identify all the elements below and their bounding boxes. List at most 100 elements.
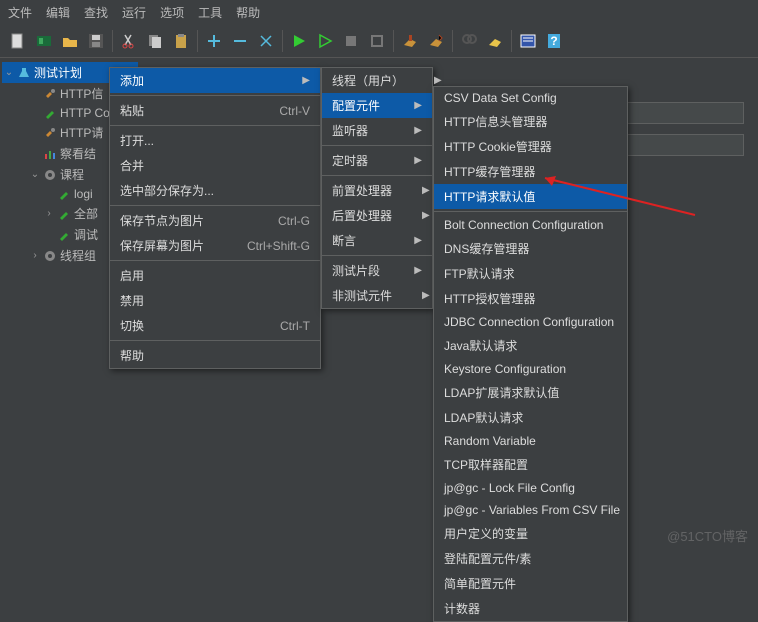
context-menu-2[interactable]: 线程（用户）▶配置元件▶监听器▶定时器▶前置处理器▶后置处理器▶断言▶测试片段▶… (321, 67, 433, 309)
twisty-icon[interactable]: ⌄ (4, 67, 14, 78)
menu-编辑[interactable]: 编辑 (46, 4, 70, 21)
new-icon[interactable] (6, 29, 30, 53)
copy-icon[interactable] (143, 29, 167, 53)
menu-item[interactable]: HTTP信息头管理器 (434, 109, 627, 134)
menu-item[interactable]: 切换Ctrl-T (110, 313, 320, 338)
menu-item[interactable]: LDAP扩展请求默认值 (434, 380, 627, 405)
menu-item[interactable]: LDAP默认请求 (434, 405, 627, 430)
menu-item[interactable]: 帮助 (110, 343, 320, 368)
menu-item[interactable]: TCP取样器配置 (434, 452, 627, 477)
pencil-icon (57, 228, 71, 242)
menu-item[interactable]: HTTP请求默认值 (434, 184, 627, 209)
menu-label: 粘贴 (120, 102, 144, 119)
menu-label: HTTP Cookie管理器 (444, 138, 552, 155)
run-nopause-icon[interactable] (313, 29, 337, 53)
menu-item[interactable]: 选中部分保存为... (110, 178, 320, 203)
menu-item[interactable]: FTP默认请求 (434, 261, 627, 286)
menu-label: HTTP缓存管理器 (444, 163, 535, 180)
svg-text:?: ? (550, 34, 557, 48)
menu-item[interactable]: 保存屏幕为图片Ctrl+Shift-G (110, 233, 320, 258)
menu-item[interactable]: 登陆配置元件/素 (434, 546, 627, 571)
menu-label: Keystore Configuration (444, 362, 566, 376)
menu-帮助[interactable]: 帮助 (236, 4, 260, 21)
menu-item[interactable]: CSV Data Set Config (434, 87, 627, 109)
tree-label: 课程 (60, 166, 84, 183)
submenu-arrow-icon: ▶ (414, 155, 422, 166)
collapse-icon[interactable] (228, 29, 252, 53)
menu-item[interactable]: HTTP授权管理器 (434, 286, 627, 311)
menu-item[interactable]: 后置处理器▶ (322, 203, 432, 228)
menu-item[interactable]: 粘贴 Ctrl-V (110, 98, 320, 123)
menu-item[interactable]: 用户定义的变量 (434, 521, 627, 546)
menu-查找[interactable]: 查找 (84, 4, 108, 21)
clear-all-icon[interactable] (424, 29, 448, 53)
menu-item[interactable]: Bolt Connection Configuration (434, 214, 627, 236)
shutdown-icon[interactable] (365, 29, 389, 53)
menu-item[interactable]: 配置元件▶ (322, 93, 432, 118)
menu-label: HTTP授权管理器 (444, 290, 535, 307)
menu-item[interactable]: 线程（用户）▶ (322, 68, 432, 93)
paste-icon[interactable] (169, 29, 193, 53)
menu-label: JDBC Connection Configuration (444, 315, 614, 329)
menu-item[interactable]: jp@gc - Lock File Config (434, 477, 627, 499)
tree-label: HTTP Co (60, 106, 110, 120)
menu-item[interactable]: 打开... (110, 128, 320, 153)
shortcut: Ctrl-V (279, 104, 310, 118)
chart-icon (43, 147, 57, 161)
menu-item[interactable]: Java默认请求 (434, 333, 627, 358)
menu-item[interactable]: HTTP Cookie管理器 (434, 134, 627, 159)
expand-icon[interactable] (202, 29, 226, 53)
menu-item[interactable]: 前置处理器▶ (322, 178, 432, 203)
save-icon[interactable] (84, 29, 108, 53)
menu-item[interactable]: Keystore Configuration (434, 358, 627, 380)
menu-工具[interactable]: 工具 (198, 4, 222, 21)
twisty-icon[interactable]: › (30, 250, 40, 261)
menu-item[interactable]: HTTP缓存管理器 (434, 159, 627, 184)
toggle-icon[interactable] (254, 29, 278, 53)
menu-label: 前置处理器 (332, 182, 392, 199)
flask-icon (17, 66, 31, 80)
templates-icon[interactable] (32, 29, 56, 53)
menu-item[interactable]: JDBC Connection Configuration (434, 311, 627, 333)
menu-item[interactable]: 定时器▶ (322, 148, 432, 173)
cut-icon[interactable] (117, 29, 141, 53)
open-icon[interactable] (58, 29, 82, 53)
menu-label: 保存屏幕为图片 (120, 237, 204, 254)
menu-item[interactable]: jp@gc - Variables From CSV File (434, 499, 627, 521)
run-icon[interactable] (287, 29, 311, 53)
menu-item[interactable]: 非测试元件▶ (322, 283, 432, 308)
menu-label: Bolt Connection Configuration (444, 218, 603, 232)
menu-选项[interactable]: 选项 (160, 4, 184, 21)
menu-item[interactable]: 测试片段▶ (322, 258, 432, 283)
context-menu-3[interactable]: CSV Data Set ConfigHTTP信息头管理器 HTTP Cookie… (433, 86, 628, 622)
twisty-icon[interactable]: ⌄ (30, 169, 40, 180)
menu-item[interactable]: Random Variable (434, 430, 627, 452)
search-icon[interactable] (457, 29, 481, 53)
help-icon[interactable]: ? (542, 29, 566, 53)
menu-运行[interactable]: 运行 (122, 4, 146, 21)
menu-文件[interactable]: 文件 (8, 4, 32, 21)
reset-search-icon[interactable] (483, 29, 507, 53)
menu-item[interactable]: 合并 (110, 153, 320, 178)
menu-label: TCP取样器配置 (444, 456, 528, 473)
menu-label: 帮助 (120, 347, 144, 364)
menu-item[interactable]: DNS缓存管理器 (434, 236, 627, 261)
menu-label: 后置处理器 (332, 207, 392, 224)
menu-item[interactable]: 禁用 (110, 288, 320, 313)
menu-item[interactable]: 添加▶ (110, 68, 320, 93)
menu-label: 断言 (332, 232, 356, 249)
menu-item[interactable]: 断言▶ (322, 228, 432, 253)
menu-item[interactable]: 简单配置元件 (434, 571, 627, 596)
stop-icon[interactable] (339, 29, 363, 53)
menu-label: 保存节点为图片 (120, 212, 204, 229)
clear-icon[interactable] (398, 29, 422, 53)
twisty-icon[interactable]: › (44, 208, 54, 219)
menu-item[interactable]: 启用 (110, 263, 320, 288)
menu-item[interactable]: 计数器 (434, 596, 627, 621)
tree-label: HTTP信 (60, 85, 103, 102)
menu-item[interactable]: 监听器▶ (322, 118, 432, 143)
menu-label: 非测试元件 (332, 287, 392, 304)
menu-item[interactable]: 保存节点为图片Ctrl-G (110, 208, 320, 233)
context-menu-1[interactable]: 添加▶ 粘贴 Ctrl-V 打开...合并选中部分保存为... 保存节点为图片Ctrl-… (109, 67, 321, 369)
function-icon[interactable] (516, 29, 540, 53)
